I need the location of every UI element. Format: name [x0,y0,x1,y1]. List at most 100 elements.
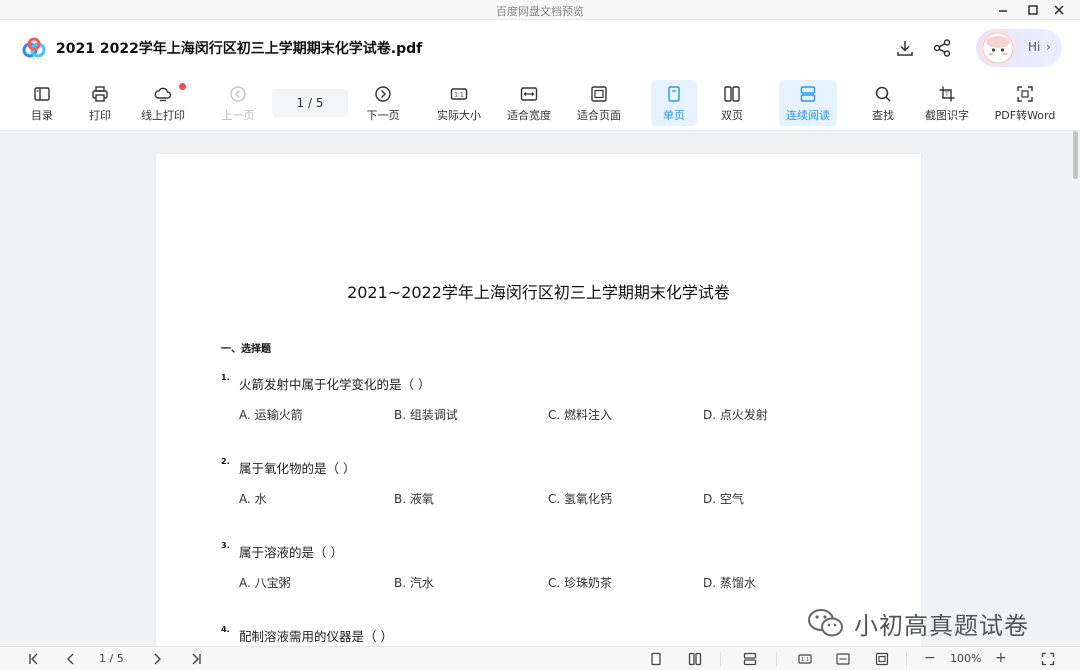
pdf-to-word-label: PDF转Word [994,109,1056,122]
fit-page-icon [875,652,889,666]
next-page-button[interactable]: 下一页 [361,80,405,126]
share-button[interactable] [931,37,953,59]
last-page-button[interactable] [187,650,205,668]
prev-page-status-button[interactable] [62,650,80,668]
double-page-icon [688,652,702,666]
vertical-scrollbar[interactable] [1073,131,1078,179]
watermark-text: 小初高真题试卷 [854,611,1029,640]
maximize-icon [1028,5,1038,15]
svg-text:1:1: 1:1 [801,657,809,663]
option: A. 运输火箭 [239,408,303,422]
status-bar: 1 / 5 1:1 − 100% + [0,646,1080,670]
continuous-reading-label: 连续阅读 [786,109,830,122]
zoom-in-button[interactable]: + [995,650,1007,666]
option: C. 氢氧化钙 [548,492,613,506]
download-button[interactable] [894,37,916,59]
option: D. 空气 [703,492,744,506]
toc-label: 目录 [31,109,53,122]
download-icon [897,41,913,56]
single-page-icon [668,86,680,102]
double-page-button[interactable]: 双页 [711,80,753,126]
zoom-level[interactable]: 100% [950,652,981,665]
crop-icon: T [939,86,955,102]
fit-page-button[interactable]: 适合页面 [572,80,626,126]
arrow-right-circle-icon [375,86,391,102]
close-button[interactable] [1046,0,1072,20]
toc-button[interactable]: 目录 [22,80,62,126]
fit-width-status-button[interactable] [834,650,852,668]
find-label: 查找 [872,109,894,122]
document-filename: 2021 2022学年上海闵行区初三上学期期末化学试卷.pdf [56,41,423,57]
actual-size-icon: 1:1 [798,654,812,664]
search-icon [875,86,891,102]
double-page-label: 双页 [721,109,743,122]
watermark: 小初高真题试卷 [806,605,1029,641]
divider [776,652,777,666]
print-button[interactable]: 打印 [80,80,120,126]
option: B. 液氧 [394,492,434,506]
chevron-right-icon: › [1046,40,1051,54]
maximize-button[interactable] [1020,0,1046,20]
document-title: 2021~2022学年上海闵行区初三上学期期末化学试卷 [347,283,730,302]
continuous-scroll-icon [743,652,757,666]
zoom-out-button[interactable]: − [924,650,936,666]
svg-text:T: T [944,91,949,98]
fit-width-icon [836,653,850,665]
online-print-label: 线上打印 [141,109,185,122]
status-page-indicator[interactable]: 1 / 5 [99,652,124,665]
toc-icon [34,87,50,101]
actual-size-status-button[interactable]: 1:1 [796,650,814,668]
divider [906,652,907,666]
fit-width-icon [520,87,538,101]
page-indicator-field[interactable]: 1 / 5 [272,89,348,117]
close-icon [1054,5,1064,15]
actual-size-label: 实际大小 [437,109,481,122]
option: D. 蒸馏水 [703,576,756,590]
window-title: 百度网盘文档预览 [496,5,584,18]
single-page-label: 单页 [663,109,685,122]
convert-icon [1017,86,1033,102]
question-text: 属于溶液的是（ ） [239,545,343,560]
question-number: 4. [221,625,230,634]
single-page-status-button[interactable] [647,650,665,668]
single-page-button[interactable]: 单页 [651,80,697,126]
next-page-status-button[interactable] [148,650,166,668]
printer-icon [92,86,108,102]
fullscreen-button[interactable] [1039,650,1057,668]
single-page-icon [651,652,661,666]
first-page-button[interactable] [25,650,43,668]
double-page-status-button[interactable] [686,650,704,668]
option: A. 八宝粥 [239,576,291,590]
option: B. 组装调试 [394,408,458,422]
arrow-left-circle-icon [230,86,246,102]
option: B. 汽水 [394,576,434,590]
fit-width-label: 适合宽度 [507,109,551,122]
find-button[interactable]: 查找 [862,80,904,126]
ocr-label: 截图识字 [925,109,969,122]
fit-page-label: 适合页面 [577,109,621,122]
continuous-scroll-icon [800,86,816,102]
fit-width-button[interactable]: 适合宽度 [502,80,556,126]
prev-page-button[interactable]: 上一页 [216,80,260,126]
minimize-button[interactable] [990,0,1016,20]
assistant-button[interactable]: Hi › [976,29,1062,67]
share-icon [933,39,951,57]
actual-size-button[interactable]: 1:1 实际大小 [432,80,486,126]
baidu-netdisk-logo-icon [22,37,46,58]
continuous-status-button[interactable] [741,650,759,668]
window-titlebar: 百度网盘文档预览 [0,0,1080,20]
print-label: 打印 [89,109,111,122]
continuous-reading-button[interactable]: 连续阅读 [779,80,837,126]
question-text: 属于氧化物的是（ ） [239,461,356,476]
option: D. 点火发射 [703,408,768,422]
first-page-icon [29,653,38,665]
pdf-to-word-button[interactable]: PDF转Word [990,80,1060,126]
document-page: 2021~2022学年上海闵行区初三上学期期末化学试卷 一、选择题 1. 火箭发… [156,154,921,646]
fullscreen-icon [1041,652,1055,666]
cloud-print-icon [154,87,172,102]
question-text: 配制溶液需用的仪器是（ ） [239,629,393,644]
question-text: 火箭发射中属于化学变化的是（ ） [239,377,431,392]
divider [720,652,721,666]
ocr-button[interactable]: T 截图识字 [920,80,974,126]
fit-page-status-button[interactable] [873,650,891,668]
